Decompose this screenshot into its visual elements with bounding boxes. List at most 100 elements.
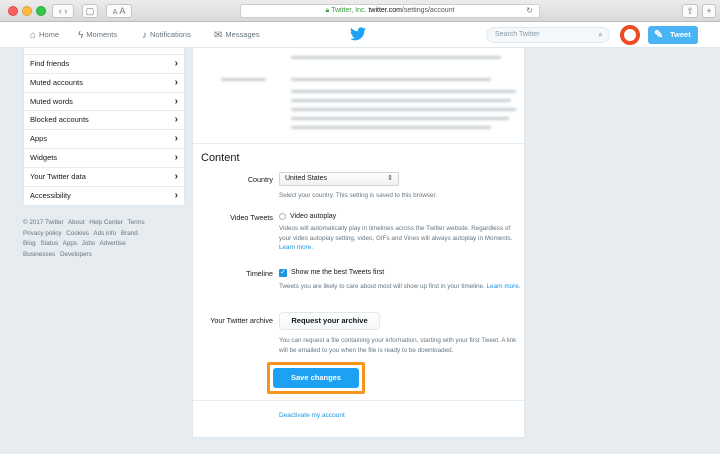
minimize-window-button[interactable] — [22, 6, 32, 16]
country-select[interactable]: United States ⇕ — [279, 172, 399, 186]
sidebar-item-label: Apps — [30, 134, 48, 144]
footer-link[interactable]: Businesses — [23, 251, 55, 258]
lock-icon: 🔒︎ — [325, 7, 330, 14]
nav-home[interactable]: ⌂ Home — [30, 22, 59, 48]
select-arrows-icon: ⇕ — [387, 175, 393, 182]
sidebar-item-twitter-data[interactable]: Your Twitter data › — [24, 166, 184, 186]
search-placeholder: Search Twitter — [495, 31, 540, 38]
tweet-button-label: Tweet — [670, 30, 691, 39]
nav-moments-label: Moments — [86, 30, 118, 39]
chevron-right-icon: › — [174, 114, 178, 126]
footer-link[interactable]: Ads info — [93, 230, 116, 237]
font-size-buttons[interactable]: A A — [106, 4, 132, 18]
deactivate-account-link[interactable]: Deactivate my account — [279, 412, 345, 419]
share-icon[interactable]: ⇧ — [682, 4, 698, 18]
sidebar-item-label: Your Twitter data — [30, 171, 86, 181]
twitter-header: ⌂ Home ϟ Moments ♪ Notifications ✉ Messages … — [0, 22, 720, 48]
sidebar-item-label: Blocked accounts — [30, 115, 89, 125]
sidebar-item-label: Muted words — [30, 96, 73, 106]
section-divider — [193, 400, 526, 401]
archive-help: You can request a file containing your i… — [279, 337, 517, 354]
footer-link[interactable]: About — [68, 219, 84, 226]
timeline-help: Tweets you are likely to care about most… — [279, 282, 521, 292]
timeline-label: Timeline — [246, 269, 273, 278]
section-divider — [193, 143, 526, 144]
video-learn-more-link[interactable]: Learn more. — [279, 244, 313, 251]
footer-link[interactable]: Privacy policy — [23, 230, 62, 237]
nav-notifications-label: Notifications — [150, 30, 191, 39]
settings-main-panel: Content Country United States ⇕ Select y… — [192, 48, 526, 438]
nav-moments[interactable]: ϟ Moments — [78, 22, 117, 48]
font-small-label: A — [112, 9, 118, 16]
bell-icon: ♪ — [142, 30, 147, 41]
opera-icon[interactable] — [620, 25, 640, 45]
lightning-icon: ϟ — [78, 30, 84, 41]
archive-label: Your Twitter archive — [210, 316, 273, 325]
footer-links: © 2017 Twitter About Help Center Terms P… — [23, 218, 185, 260]
chevron-right-icon: › — [174, 189, 178, 201]
tweet-button[interactable]: ✎ Tweet — [648, 26, 698, 44]
footer-link[interactable]: Help Center — [89, 219, 123, 226]
country-select-value: United States — [285, 175, 328, 182]
new-tab-icon[interactable]: + — [702, 4, 716, 18]
chevron-right-icon: › — [174, 151, 178, 163]
video-autoplay-label: Video autoplay — [290, 213, 337, 220]
font-large-label: A — [119, 6, 126, 16]
envelope-icon: ✉ — [214, 30, 223, 41]
footer-link[interactable]: Jobs — [82, 240, 95, 247]
reload-icon[interactable]: ↻ — [526, 5, 533, 17]
footer-link[interactable]: Advertise — [99, 240, 125, 247]
sidebar-item-label: Widgets — [30, 152, 58, 162]
sidebar-item-find-friends[interactable]: Find friends › — [24, 54, 184, 73]
footer-link[interactable]: Developers — [60, 251, 92, 258]
home-icon: ⌂ — [30, 30, 37, 41]
search-icon[interactable]: ⌕ — [599, 28, 603, 42]
sidebar-item-accessibility[interactable]: Accessibility › — [24, 185, 184, 205]
sidebar-item-apps[interactable]: Apps › — [24, 129, 184, 148]
footer-link[interactable]: Blog — [23, 240, 36, 247]
close-window-button[interactable] — [8, 6, 18, 16]
nav-notifications[interactable]: ♪ Notifications — [142, 22, 191, 48]
timeline-learn-more-link[interactable]: Learn more. — [487, 283, 521, 290]
nav-messages-label: Messages — [225, 30, 260, 39]
sidebar-item-muted-words[interactable]: Muted words › — [24, 91, 184, 111]
chevron-right-icon: › — [174, 76, 178, 88]
content-heading: Content — [201, 152, 240, 164]
address-secure-label: Twitter, Inc. — [331, 7, 367, 14]
sidebar-item-blocked-accounts[interactable]: Blocked accounts › — [24, 110, 184, 129]
chevron-right-icon: › — [174, 170, 178, 182]
chevron-right-icon: › — [174, 58, 178, 69]
save-changes-button[interactable]: Save changes — [273, 368, 359, 388]
footer-link[interactable]: Terms — [127, 219, 144, 226]
footer-link[interactable]: Status — [40, 240, 58, 247]
footer-link[interactable]: Cookies — [66, 230, 89, 237]
browser-toolbar: ‹ › ▢ A A 🔒︎ Twitter, Inc. twitter.com/s… — [0, 0, 720, 22]
back-forward-buttons[interactable]: ‹ › — [52, 4, 74, 18]
address-path: /settings/account — [401, 7, 455, 14]
zoom-window-button[interactable] — [36, 6, 46, 16]
sidebar-item-label: Accessibility — [30, 190, 71, 200]
sidebar-item-label: Muted accounts — [30, 77, 83, 87]
footer-link[interactable]: Brand — [121, 230, 138, 237]
tabs-overview-icon[interactable]: ▢ — [82, 4, 98, 18]
video-tweets-help: Videos will automatically play in timeli… — [279, 224, 521, 253]
sidebar-item-widgets[interactable]: Widgets › — [24, 147, 184, 167]
request-archive-button[interactable]: Request your archive — [279, 312, 380, 330]
footer-link[interactable]: Apps — [63, 240, 77, 247]
address-bar[interactable]: 🔒︎ Twitter, Inc. twitter.com/settings/ac… — [240, 4, 540, 18]
sidebar-item-muted-accounts[interactable]: Muted accounts › — [24, 72, 184, 92]
footer-copyright: © 2017 Twitter — [23, 219, 64, 226]
sidebar-item-label: Find friends — [30, 59, 70, 68]
chevron-right-icon: › — [174, 95, 178, 107]
chevron-right-icon: › — [174, 133, 178, 145]
best-tweets-checkbox[interactable]: ✓ — [279, 269, 287, 277]
nav-messages[interactable]: ✉ Messages — [214, 22, 260, 48]
search-input[interactable]: Search Twitter ⌕ — [486, 27, 610, 43]
timeline-help-text: Tweets you are likely to care about most… — [279, 283, 485, 290]
video-autoplay-checkbox[interactable] — [279, 213, 286, 220]
twitter-bird-icon[interactable] — [350, 27, 366, 41]
video-tweets-label: Video Tweets — [230, 213, 273, 222]
compose-icon: ✎ — [654, 29, 664, 41]
best-tweets-label: Show me the best Tweets first — [291, 269, 385, 276]
nav-home-label: Home — [39, 30, 60, 39]
